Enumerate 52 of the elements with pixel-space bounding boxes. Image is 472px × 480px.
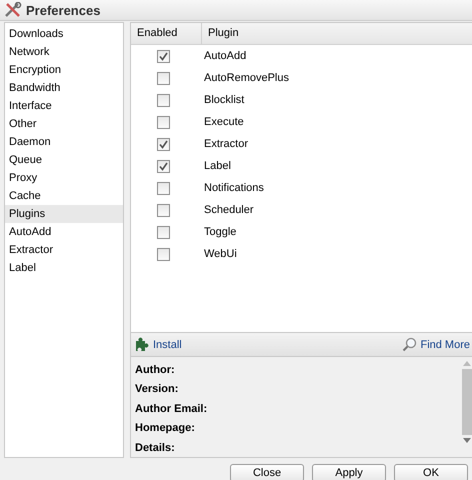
info-label: Details: [135,440,176,456]
puzzle-icon [135,337,150,352]
checkbox[interactable] [156,138,170,150]
scroll-down-icon[interactable] [462,438,470,443]
plugin-name: Scheduler [203,204,254,216]
sidebar-item[interactable]: Other [5,115,123,133]
scroll-up-icon[interactable] [462,361,470,366]
checkbox[interactable] [156,50,170,62]
sidebar-item[interactable]: Network [5,43,123,61]
sidebar-item[interactable]: AutoAdd [5,223,123,241]
plugin-name: Blocklist [203,94,244,106]
sidebar-item[interactable]: Encryption [5,61,123,79]
sidebar-item[interactable]: Extractor [5,241,123,259]
sidebar-item[interactable]: Bandwidth [5,79,123,97]
checkbox[interactable] [156,160,170,172]
checkbox[interactable] [156,204,170,216]
sidebar-item[interactable]: Daemon [5,133,123,151]
window-title: Preferences [26,2,100,18]
checkbox[interactable] [156,248,170,260]
info-label: Version: [135,382,180,398]
checkbox[interactable] [156,94,170,106]
plugin-name: Label [203,160,231,172]
checkbox[interactable] [156,182,170,194]
sidebar-item[interactable]: Proxy [5,169,123,187]
info-label: Homepage: [135,421,196,436]
plugin-name: Extractor [203,138,248,150]
plugin-name: Notifications [203,182,264,194]
install-button[interactable]: Install [135,337,182,352]
plugin-name: Execute [203,116,244,128]
dialog-button[interactable]: Close [230,464,304,480]
plugin-name: WebUi [203,248,237,260]
column-header[interactable]: Plugin [202,23,239,44]
search-icon [402,337,418,352]
sidebar-item[interactable]: Downloads [5,25,123,43]
find-more-button[interactable]: Find More [402,337,470,352]
sidebar-item[interactable]: Label [5,259,123,277]
checkbox[interactable] [156,226,170,238]
plugin-name: Toggle [203,226,236,238]
sidebar-item[interactable]: Cache [5,187,123,205]
sidebar-item[interactable]: Plugins [5,205,123,223]
sidebar-item[interactable]: Interface [5,97,123,115]
plugin-name: AutoAdd [203,50,246,62]
checkbox[interactable] [156,116,170,128]
column-header[interactable]: Enabled [131,23,202,44]
tools-icon [4,2,22,18]
dialog-button[interactable]: Apply [312,464,386,480]
sidebar-item[interactable]: Queue [5,151,123,169]
dialog-button[interactable]: OK [394,464,468,480]
checkbox[interactable] [156,72,170,84]
info-label: Author: [135,363,176,378]
plugin-name: AutoRemovePlus [203,72,289,84]
info-label: Author Email: [135,402,208,417]
